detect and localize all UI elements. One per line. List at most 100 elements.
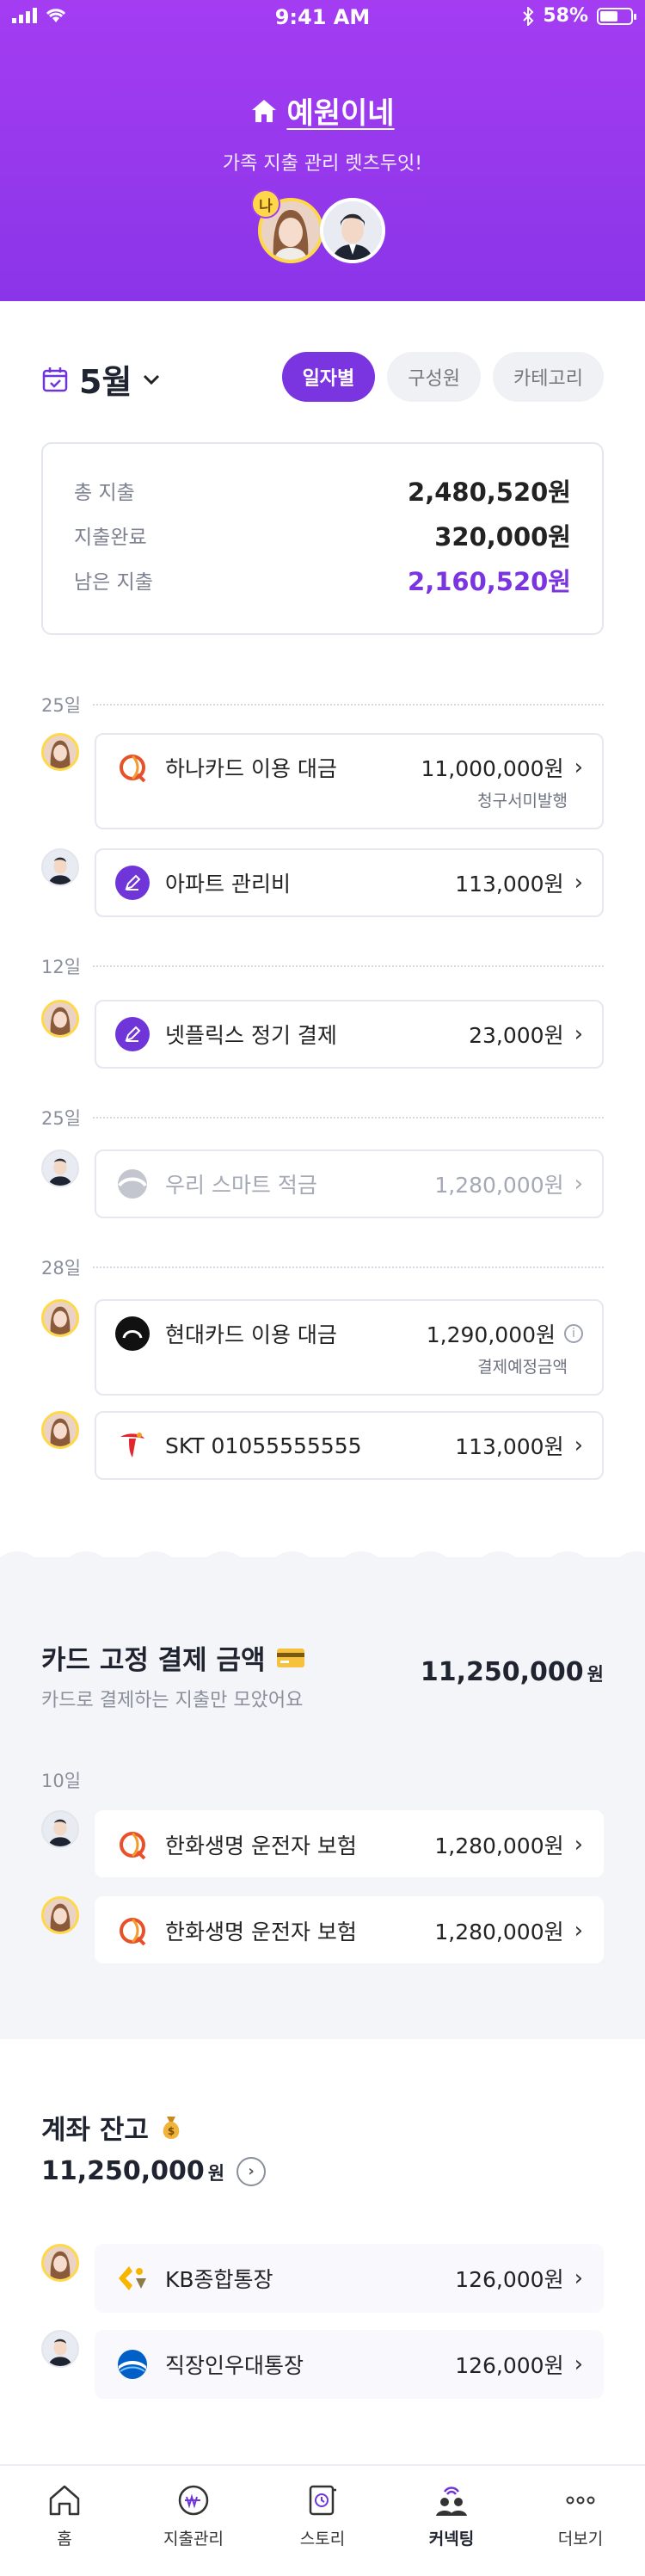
battery-fill	[600, 10, 617, 22]
expense-title: 아파트 관리비	[165, 872, 291, 897]
card-fixed-item[interactable]: 한화생명 운전자 보험 1,280,000원 ›	[95, 1810, 604, 1877]
expense-card-woori[interactable]: 우리 스마트 적금 1,280,000원 ›	[95, 1149, 604, 1218]
divider	[93, 965, 604, 967]
filter-row: 5월 일자별 구성원 카테고리	[41, 348, 604, 404]
nav-connecting[interactable]: 커넥팅	[387, 2466, 516, 2576]
won-coin-icon	[178, 2485, 209, 2516]
spending-summary: 총 지출 2,480,520원 지출완료 320,000원 남은 지출 2,16…	[41, 442, 604, 635]
avatar-me	[41, 1896, 79, 1934]
avatar-spouse	[41, 1810, 79, 1848]
summary-total-label: 총 지출	[74, 482, 135, 504]
money-bag-icon: $	[163, 2116, 180, 2139]
card-fixed-amount: 11,250,000 원	[421, 1657, 604, 1687]
account-amount: 126,000원	[455, 2267, 564, 2292]
expense-title: SKT 01055555555	[165, 1433, 362, 1458]
svg-text:$: $	[168, 2125, 175, 2137]
expense-amount: 23,000원	[469, 1023, 564, 1048]
chevron-down-icon	[144, 374, 160, 385]
hanwha-logo-icon	[115, 1914, 150, 1948]
avatar-spouse[interactable]	[320, 198, 385, 263]
nav-home-label: 홈	[57, 2530, 72, 2548]
account-item-shinhan[interactable]: 직장인우대통장 126,000원 ›	[95, 2330, 604, 2399]
hyundai-card-logo-icon	[115, 1316, 150, 1351]
nav-story[interactable]: 스토리	[258, 2466, 387, 2576]
day-separator: 25일	[41, 692, 604, 718]
expense-card-skt[interactable]: SKT 01055555555 113,000원 ›	[95, 1411, 604, 1480]
avatar-me	[41, 733, 79, 771]
day-label: 10일	[41, 1771, 82, 1791]
pencil-icon	[115, 866, 150, 900]
status-bar: 9:41 AM 58%	[0, 0, 645, 38]
expense-card-hana[interactable]: 하나카드 이용 대금 11,000,000원 › 청구서미발행	[95, 733, 604, 829]
chevron-right-icon: ›	[574, 1918, 583, 1944]
expense-title: 현대카드 이용 대금	[165, 1322, 337, 1347]
day-separator: 10일	[41, 1767, 604, 1793]
won-unit: 원	[587, 1664, 604, 1685]
tab-by-category[interactable]: 카테고리	[493, 352, 604, 402]
card-fixed-amount: 1,280,000원	[434, 1833, 564, 1858]
avatar-me	[41, 1000, 79, 1038]
card-fixed-title: 한화생명 운전자 보험	[165, 1920, 357, 1944]
expense-amount: 113,000원	[455, 872, 564, 897]
nav-story-label: 스토리	[299, 2530, 346, 2548]
avatar-me	[41, 1299, 79, 1337]
summary-remaining-label: 남은 지출	[74, 571, 153, 594]
card-fixed-amount-value: 11,250,000	[420, 1657, 584, 1687]
family-title-link[interactable]: 예원이네	[0, 89, 645, 132]
family-subtitle: 가족 지출 관리 렛츠두잇!	[222, 153, 423, 175]
expense-title: 우리 스마트 적금	[165, 1173, 317, 1198]
summary-total: 총 지출 2,480,520원	[74, 468, 571, 513]
card-fixed-title: 한화생명 운전자 보험	[165, 1833, 357, 1858]
divider	[93, 1117, 604, 1119]
account-balance-value: 11,250,000	[41, 2156, 205, 2186]
month-selector[interactable]: 5월	[41, 355, 161, 403]
chevron-right-icon: ›	[574, 1171, 583, 1197]
bluetooth-icon	[523, 6, 534, 26]
tab-by-date[interactable]: 일자별	[281, 352, 376, 402]
view-tabs: 일자별 구성원 카테고리	[281, 352, 604, 402]
summary-paid-label: 지출완료	[74, 527, 147, 549]
card-fixed-subtitle: 카드로 결제하는 지출만 모았어요	[41, 1690, 304, 1711]
expense-title: 넷플릭스 정기 결제	[165, 1023, 337, 1048]
card-fixed-amount: 1,280,000원	[434, 1920, 564, 1944]
month-label: 5월	[79, 363, 132, 401]
expense-amount: 1,280,000원	[434, 1173, 564, 1198]
summary-paid: 지출완료 320,000원	[74, 513, 571, 558]
expense-status: 결제예정금액	[477, 1358, 568, 1377]
home-icon	[49, 2485, 80, 2516]
day-separator: 25일	[41, 1105, 604, 1131]
expense-amount: 1,290,000원	[426, 1322, 556, 1347]
expense-card-netflix[interactable]: 넷플릭스 정기 결제 23,000원 ›	[95, 1000, 604, 1069]
expense-card-hyundai[interactable]: 현대카드 이용 대금 1,290,000원 i 결제예정금액	[95, 1299, 604, 1396]
info-icon[interactable]: i	[564, 1324, 583, 1343]
tab-by-member[interactable]: 구성원	[387, 352, 482, 402]
account-item-kb[interactable]: KB종합통장 126,000원 ›	[95, 2244, 604, 2313]
more-icon	[566, 2496, 595, 2505]
divider	[93, 704, 604, 706]
day-label: 25일	[41, 1108, 82, 1129]
credit-card-icon	[276, 1648, 304, 1667]
avatar-me	[41, 1411, 79, 1449]
nav-home[interactable]: 홈	[0, 2466, 129, 2576]
account-balance-title: 계좌 잔고 $	[41, 2108, 183, 2147]
summary-paid-value: 320,000원	[434, 522, 571, 552]
nav-spending[interactable]: 지출관리	[129, 2466, 258, 2576]
shinhan-logo-icon	[115, 2347, 150, 2382]
hanwha-logo-icon	[115, 1827, 150, 1862]
nav-more[interactable]: 더보기	[516, 2466, 645, 2576]
avatar-spouse	[41, 2330, 79, 2368]
day-label: 25일	[41, 695, 82, 716]
account-balance-title-text: 계좌 잔고	[41, 2115, 149, 2146]
member-avatars: 나	[251, 189, 396, 267]
day-separator: 12일	[41, 953, 604, 979]
expense-title: 하나카드 이용 대금	[165, 756, 337, 781]
expense-card-apartment[interactable]: 아파트 관리비 113,000원 ›	[95, 848, 604, 917]
day-separator: 28일	[41, 1254, 604, 1280]
day-label: 28일	[41, 1258, 82, 1279]
calendar-icon	[42, 367, 68, 391]
divider	[93, 1266, 604, 1268]
expense-status: 청구서미발행	[477, 792, 568, 810]
hana-logo-icon	[115, 750, 150, 785]
card-fixed-item[interactable]: 한화생명 운전자 보험 1,280,000원 ›	[95, 1896, 604, 1963]
chevron-right-circle-icon[interactable]: ›	[236, 2156, 267, 2186]
